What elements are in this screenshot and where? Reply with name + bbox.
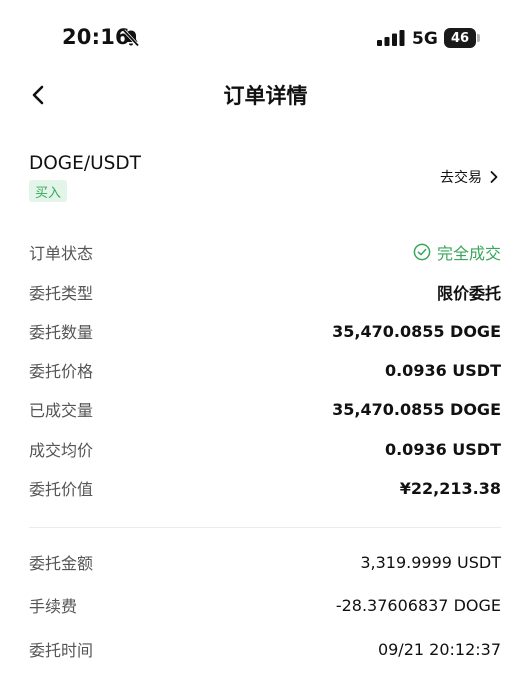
section-divider <box>29 527 501 528</box>
detail-label: 订单状态 <box>29 244 94 263</box>
summary-value: 09/21 20:12:37 <box>377 639 501 659</box>
network-type: 5G <box>412 29 438 49</box>
summary-value: -28.37606837 DOGE <box>335 595 501 615</box>
detail-row-order-amount: 委托数量 35,470.0855 DOGE <box>29 319 501 343</box>
detail-label: 成交均价 <box>29 441 94 460</box>
detail-row-filled-amount: 已成交量 35,470.0855 DOGE <box>29 397 501 421</box>
signal-bars-icon <box>377 30 405 46</box>
page-title: 订单详情 <box>223 84 308 108</box>
check-circle-icon <box>413 243 431 261</box>
summary-label: 手续费 <box>29 597 78 616</box>
detail-value: 0.0936 USDT <box>384 439 501 459</box>
battery-tip <box>477 34 480 42</box>
detail-label: 委托价值 <box>29 480 94 499</box>
status-time: 20:16 <box>62 25 130 49</box>
go-trade-label: 去交易 <box>440 170 482 186</box>
detail-row-order-type: 委托类型 限价委托 <box>29 280 501 304</box>
detail-row-order-price: 委托价格 0.0936 USDT <box>29 358 501 382</box>
detail-row-status: 订单状态 完全成交 <box>29 240 501 264</box>
summary-row-order-time: 委托时间 09/21 20:12:37 <box>29 637 501 661</box>
battery-icon: 46 <box>444 28 476 48</box>
go-trade-link[interactable]: 去交易 <box>440 167 499 187</box>
summary-value: 3,319.9999 USDT <box>360 552 501 572</box>
trading-pair: DOGE/USDT <box>29 153 141 174</box>
bell-slash-icon <box>121 28 141 48</box>
detail-label: 已成交量 <box>29 401 94 420</box>
detail-row-order-value: 委托价值 ¥22,213.38 <box>29 476 501 500</box>
detail-value: 35,470.0855 DOGE <box>332 321 501 341</box>
detail-row-avg-price: 成交均价 0.0936 USDT <box>29 437 501 461</box>
summary-row-fee: 手续费 -28.37606837 DOGE <box>29 593 501 617</box>
detail-label: 委托数量 <box>29 323 94 342</box>
order-detail-page: 20:16 5G 46 订单详情 DOGE/USDT 买入 去交易 订单状态 完… <box>0 0 531 679</box>
summary-label: 委托金额 <box>29 554 94 573</box>
detail-value: 限价委托 <box>436 284 501 303</box>
summary-label: 委托时间 <box>29 641 94 660</box>
detail-value: 35,470.0855 DOGE <box>332 399 501 419</box>
order-status-text: 完全成交 <box>436 244 501 263</box>
detail-label: 委托类型 <box>29 284 94 303</box>
battery-level: 46 <box>450 30 470 46</box>
status-bar: 20:16 5G 46 <box>0 0 531 78</box>
detail-value: ¥22,213.38 <box>399 478 501 498</box>
detail-label: 委托价格 <box>29 362 94 381</box>
order-status-value: 完全成交 <box>413 240 501 264</box>
chevron-right-icon <box>490 171 498 183</box>
summary-row-order-total: 委托金额 3,319.9999 USDT <box>29 550 501 574</box>
order-side-badge: 买入 <box>29 180 67 202</box>
detail-value: 0.0936 USDT <box>384 360 501 380</box>
